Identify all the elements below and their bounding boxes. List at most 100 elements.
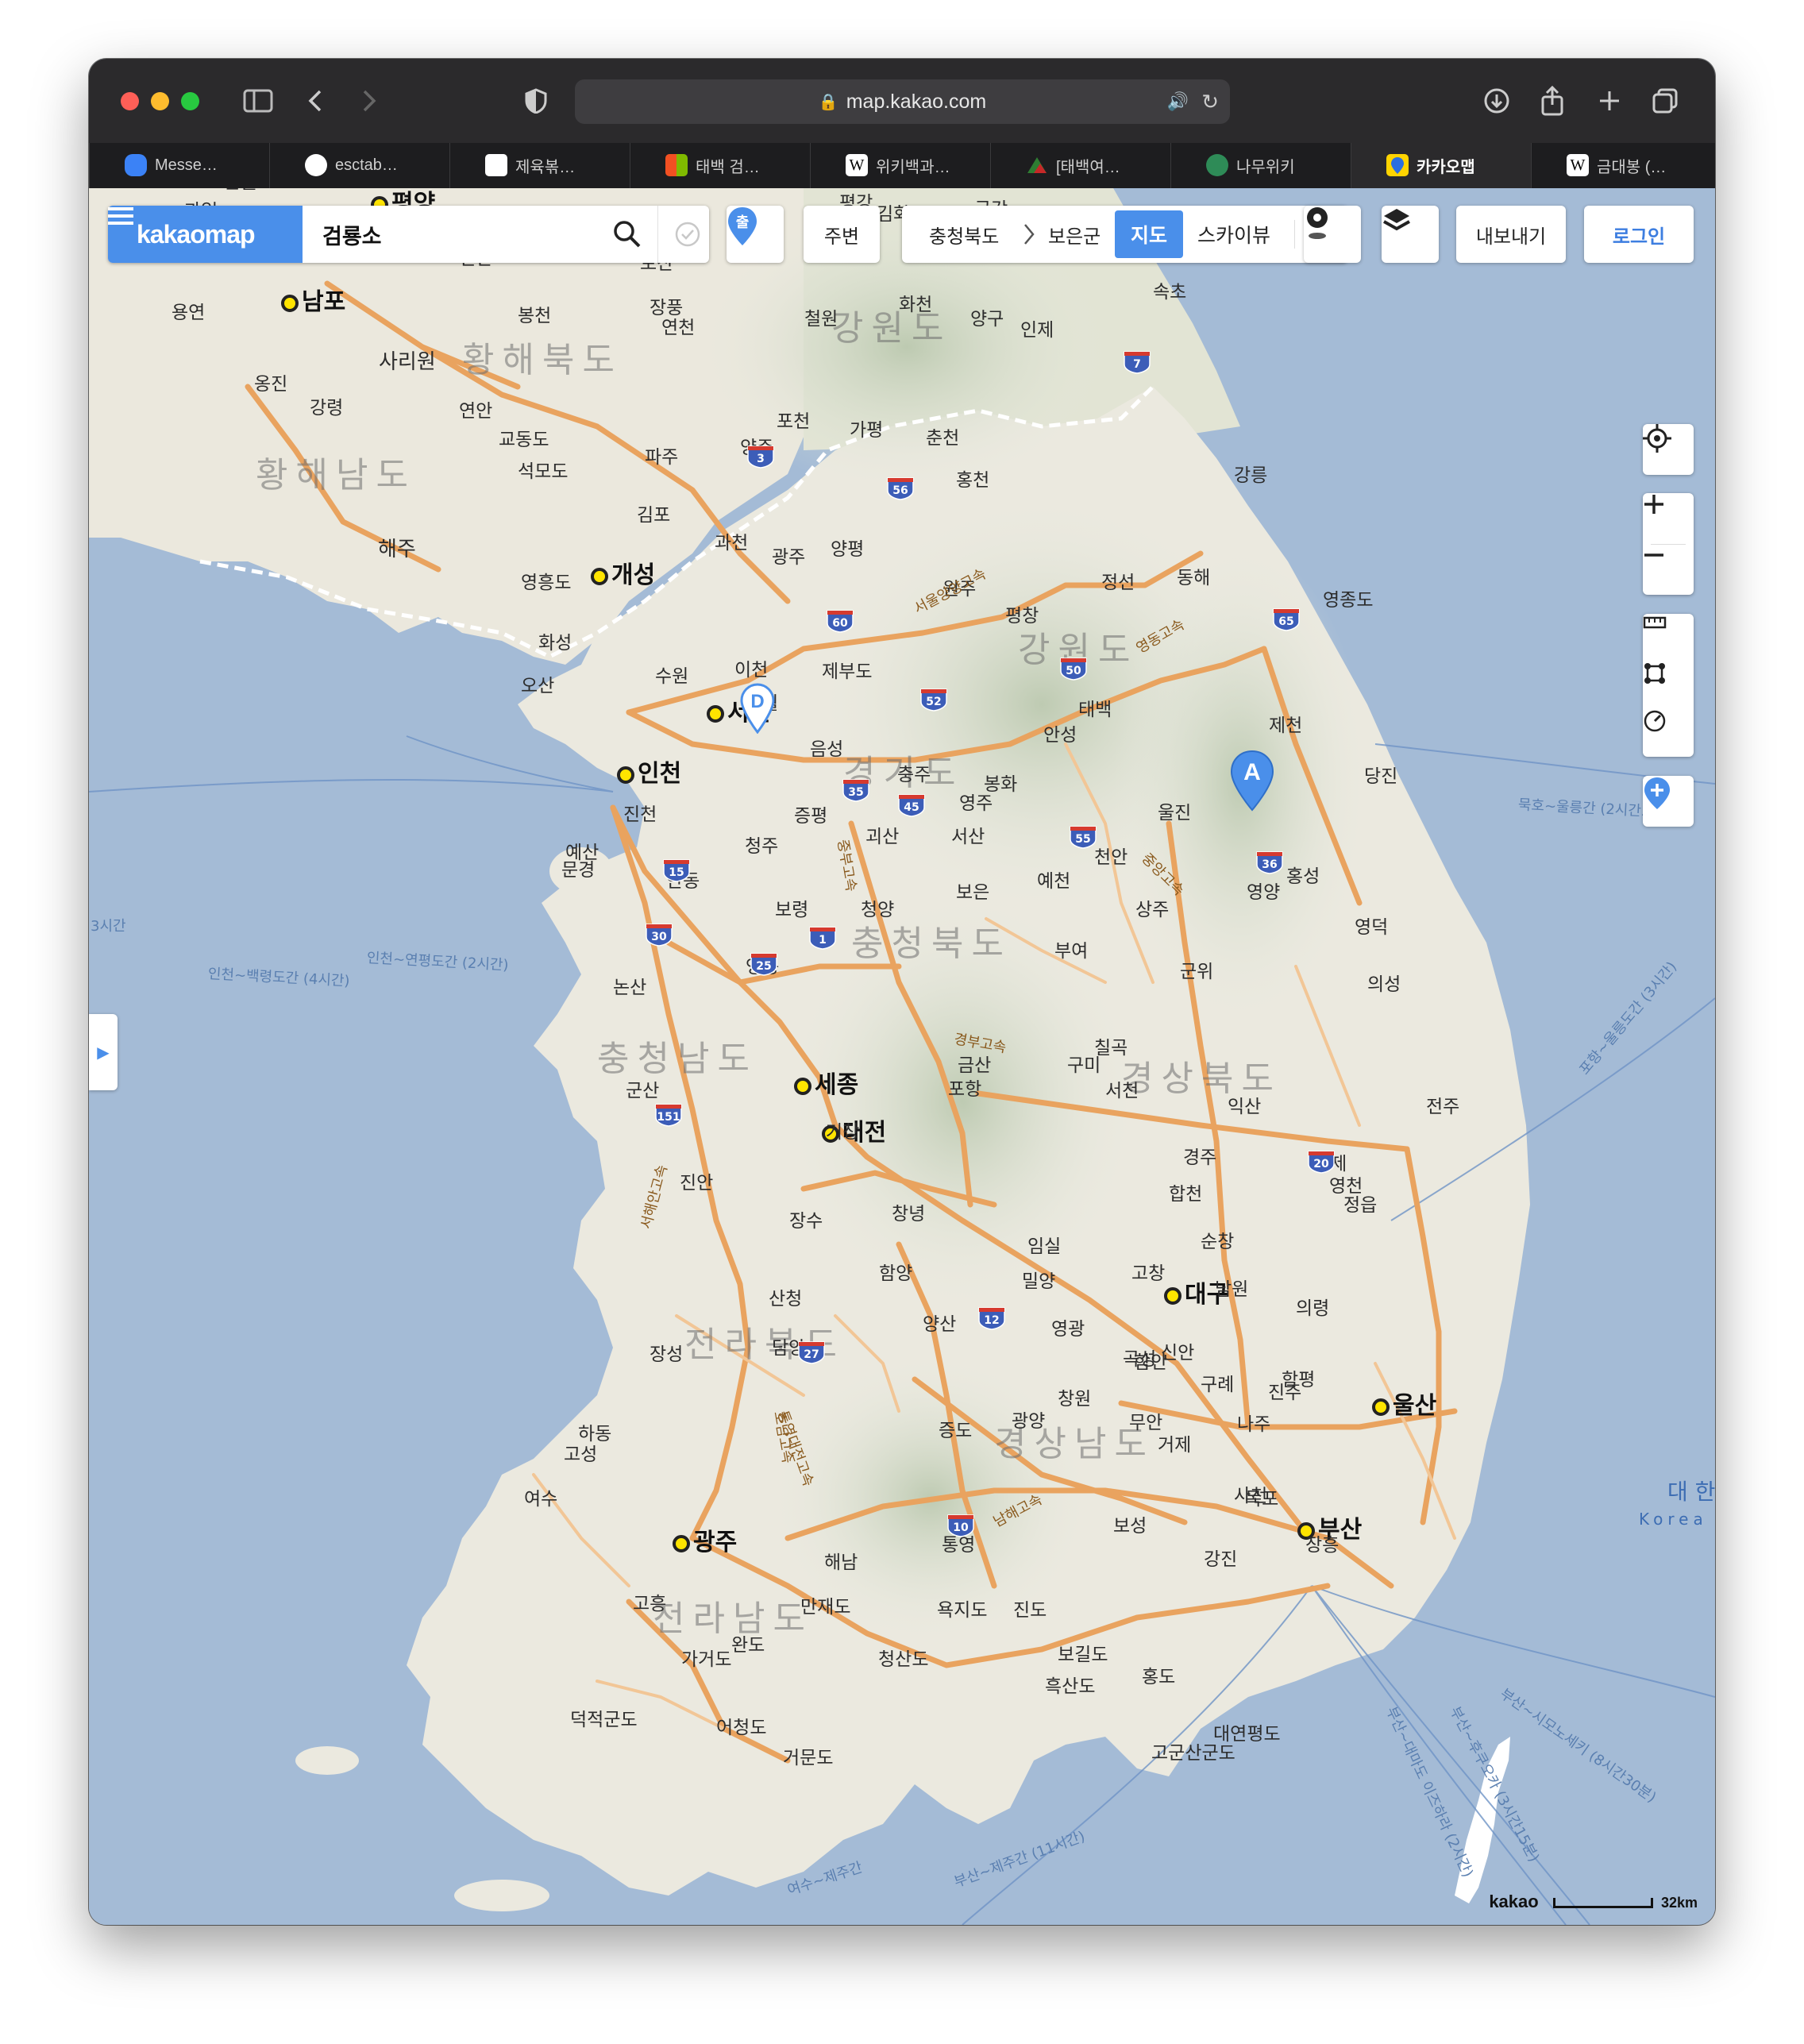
svg-text:151: 151 <box>657 1111 680 1124</box>
svg-text:30: 30 <box>651 931 667 943</box>
city-label: 춘천 <box>926 428 960 449</box>
map-view-button[interactable]: 지도 <box>1115 210 1183 258</box>
city-label: 속초 <box>1153 282 1187 303</box>
departure-button[interactable]: 출 <box>727 206 784 263</box>
svg-text:60: 60 <box>832 617 848 630</box>
city-label: 창녕 <box>892 1204 926 1224</box>
region-label: 충청남도 <box>597 1039 757 1079</box>
city-label: 광주 <box>772 547 806 568</box>
highway-shield-icon: 65 <box>1272 607 1301 631</box>
svg-text:7: 7 <box>1133 358 1141 371</box>
svg-text:25: 25 <box>756 960 771 973</box>
city-label: 고흥 <box>633 1594 667 1614</box>
zoom-out-button[interactable] <box>1643 544 1694 595</box>
breadcrumb-province[interactable]: 충청북도 <box>929 206 999 263</box>
city-label: 김포 <box>637 505 671 526</box>
forward-icon[interactable] <box>351 83 387 119</box>
city-label: 청산도 <box>878 1649 929 1670</box>
city-label-major: 남포 <box>281 282 345 317</box>
city-label: 영주 <box>959 793 993 814</box>
city-label-major: 울산 <box>1372 1386 1436 1421</box>
city-label: 함양 <box>879 1263 913 1284</box>
area-button[interactable] <box>1643 661 1694 709</box>
tab-6[interactable]: 나무위키 <box>1170 143 1351 188</box>
city-label: 영광 <box>1051 1319 1085 1340</box>
city-label: 거제 <box>1158 1435 1192 1456</box>
city-label: 청주 <box>745 836 779 857</box>
breadcrumb-county[interactable]: 보은군 <box>1048 206 1101 263</box>
highway-shield-icon: 35 <box>842 778 870 802</box>
radius-button[interactable] <box>1643 709 1694 757</box>
new-tab-icon[interactable] <box>1591 83 1628 119</box>
tab-8[interactable]: W 금대봉 (… <box>1531 143 1715 188</box>
export-button[interactable]: 내보내기 <box>1456 206 1566 263</box>
ruler-button[interactable] <box>1643 614 1694 661</box>
highway-shield-icon: 10 <box>946 1514 975 1537</box>
city-label: 제부도 <box>822 661 873 682</box>
svg-text:12: 12 <box>984 1314 999 1327</box>
tab-7[interactable]: 카카오맵 <box>1351 143 1531 188</box>
city-dot-icon <box>794 1077 811 1095</box>
city-label: 화성 <box>538 633 572 654</box>
roadview-button[interactable] <box>1304 206 1361 263</box>
city-label: 욕지도 <box>937 1600 988 1621</box>
city-label: 강릉 <box>1234 465 1268 486</box>
tab-4[interactable]: W 위키백과… <box>810 143 990 188</box>
back-icon[interactable] <box>297 83 333 119</box>
city-label: 고성 <box>564 1444 598 1465</box>
tab-overview-icon[interactable] <box>1647 83 1683 119</box>
destination-marker[interactable]: A <box>1230 750 1274 812</box>
zoom-in-button[interactable] <box>1643 493 1694 544</box>
downloads-icon[interactable] <box>1478 83 1515 119</box>
layers-button[interactable] <box>1382 206 1439 263</box>
search-input[interactable]: 검룡소 <box>322 206 382 263</box>
privacy-shield-icon[interactable] <box>518 83 554 119</box>
svg-text:50: 50 <box>1066 665 1081 677</box>
current-location-button[interactable] <box>1643 424 1694 475</box>
tab-label: 카카오맵 <box>1417 159 1475 176</box>
close-window-button[interactable] <box>121 92 139 110</box>
city-label: 해남 <box>824 1552 858 1573</box>
panel-toggle-button[interactable]: ▶ <box>89 1014 118 1090</box>
svg-text:27: 27 <box>804 1348 819 1361</box>
island <box>494 1510 542 1535</box>
kakaomap-icon <box>1386 154 1409 176</box>
city-label: 영덕 <box>1355 917 1389 938</box>
city-label: 천안 <box>1094 847 1128 868</box>
nearby-button[interactable]: 주변 <box>804 206 880 263</box>
reload-icon[interactable]: ↻ <box>1201 90 1219 114</box>
zoom-control <box>1643 493 1694 595</box>
highway-shield-icon: 60 <box>826 609 854 633</box>
sidebar-icon[interactable] <box>240 83 276 119</box>
map-canvas[interactable]: 강원도 황해북도 황해남도 경기도 강원도 충청북도 충청남도 경상북도 전라북… <box>89 188 1715 1925</box>
wikipedia-icon: W <box>846 154 868 176</box>
city-label: 어청도 <box>716 1718 767 1738</box>
tab-2[interactable]: 제육볶… <box>449 143 630 188</box>
waypoint-marker[interactable]: D <box>740 683 775 734</box>
grid-icon <box>485 154 507 176</box>
city-label: 산청 <box>769 1289 803 1309</box>
city-label: 고군산군도 <box>1151 1743 1235 1764</box>
tab-5[interactable]: [태백여… <box>990 143 1170 188</box>
city-label: 영종도 <box>1323 590 1374 611</box>
city-label-major: 인천 <box>617 754 681 789</box>
login-button[interactable]: 로그인 <box>1584 206 1694 263</box>
city-label: 이천 <box>734 660 769 681</box>
highway-shield-icon: 151 <box>654 1103 683 1127</box>
highway-shield-icon: 25 <box>750 952 778 976</box>
skyview-button[interactable]: 스카이뷰 <box>1197 206 1270 263</box>
zoom-window-button[interactable] <box>181 92 199 110</box>
tab-0[interactable]: Messe… <box>89 143 269 188</box>
audio-icon[interactable]: 🔊 <box>1167 91 1189 112</box>
region-label: 황해남도 <box>256 455 416 496</box>
tab-1[interactable]: esctab… <box>269 143 449 188</box>
minimize-window-button[interactable] <box>151 92 169 110</box>
share-icon[interactable] <box>1534 83 1571 119</box>
map-scale: kakao 32km <box>1489 1892 1698 1912</box>
add-place-button[interactable] <box>1643 776 1694 827</box>
kakaomap-logo[interactable]: kakaomap <box>108 206 303 263</box>
city-label: 옹진 <box>254 374 288 395</box>
city-label: 안성 <box>1043 725 1077 746</box>
address-bar[interactable]: 🔒 map.kakao.com 🔊 ↻ <box>575 79 1230 124</box>
tab-3[interactable]: 태백 검… <box>630 143 810 188</box>
